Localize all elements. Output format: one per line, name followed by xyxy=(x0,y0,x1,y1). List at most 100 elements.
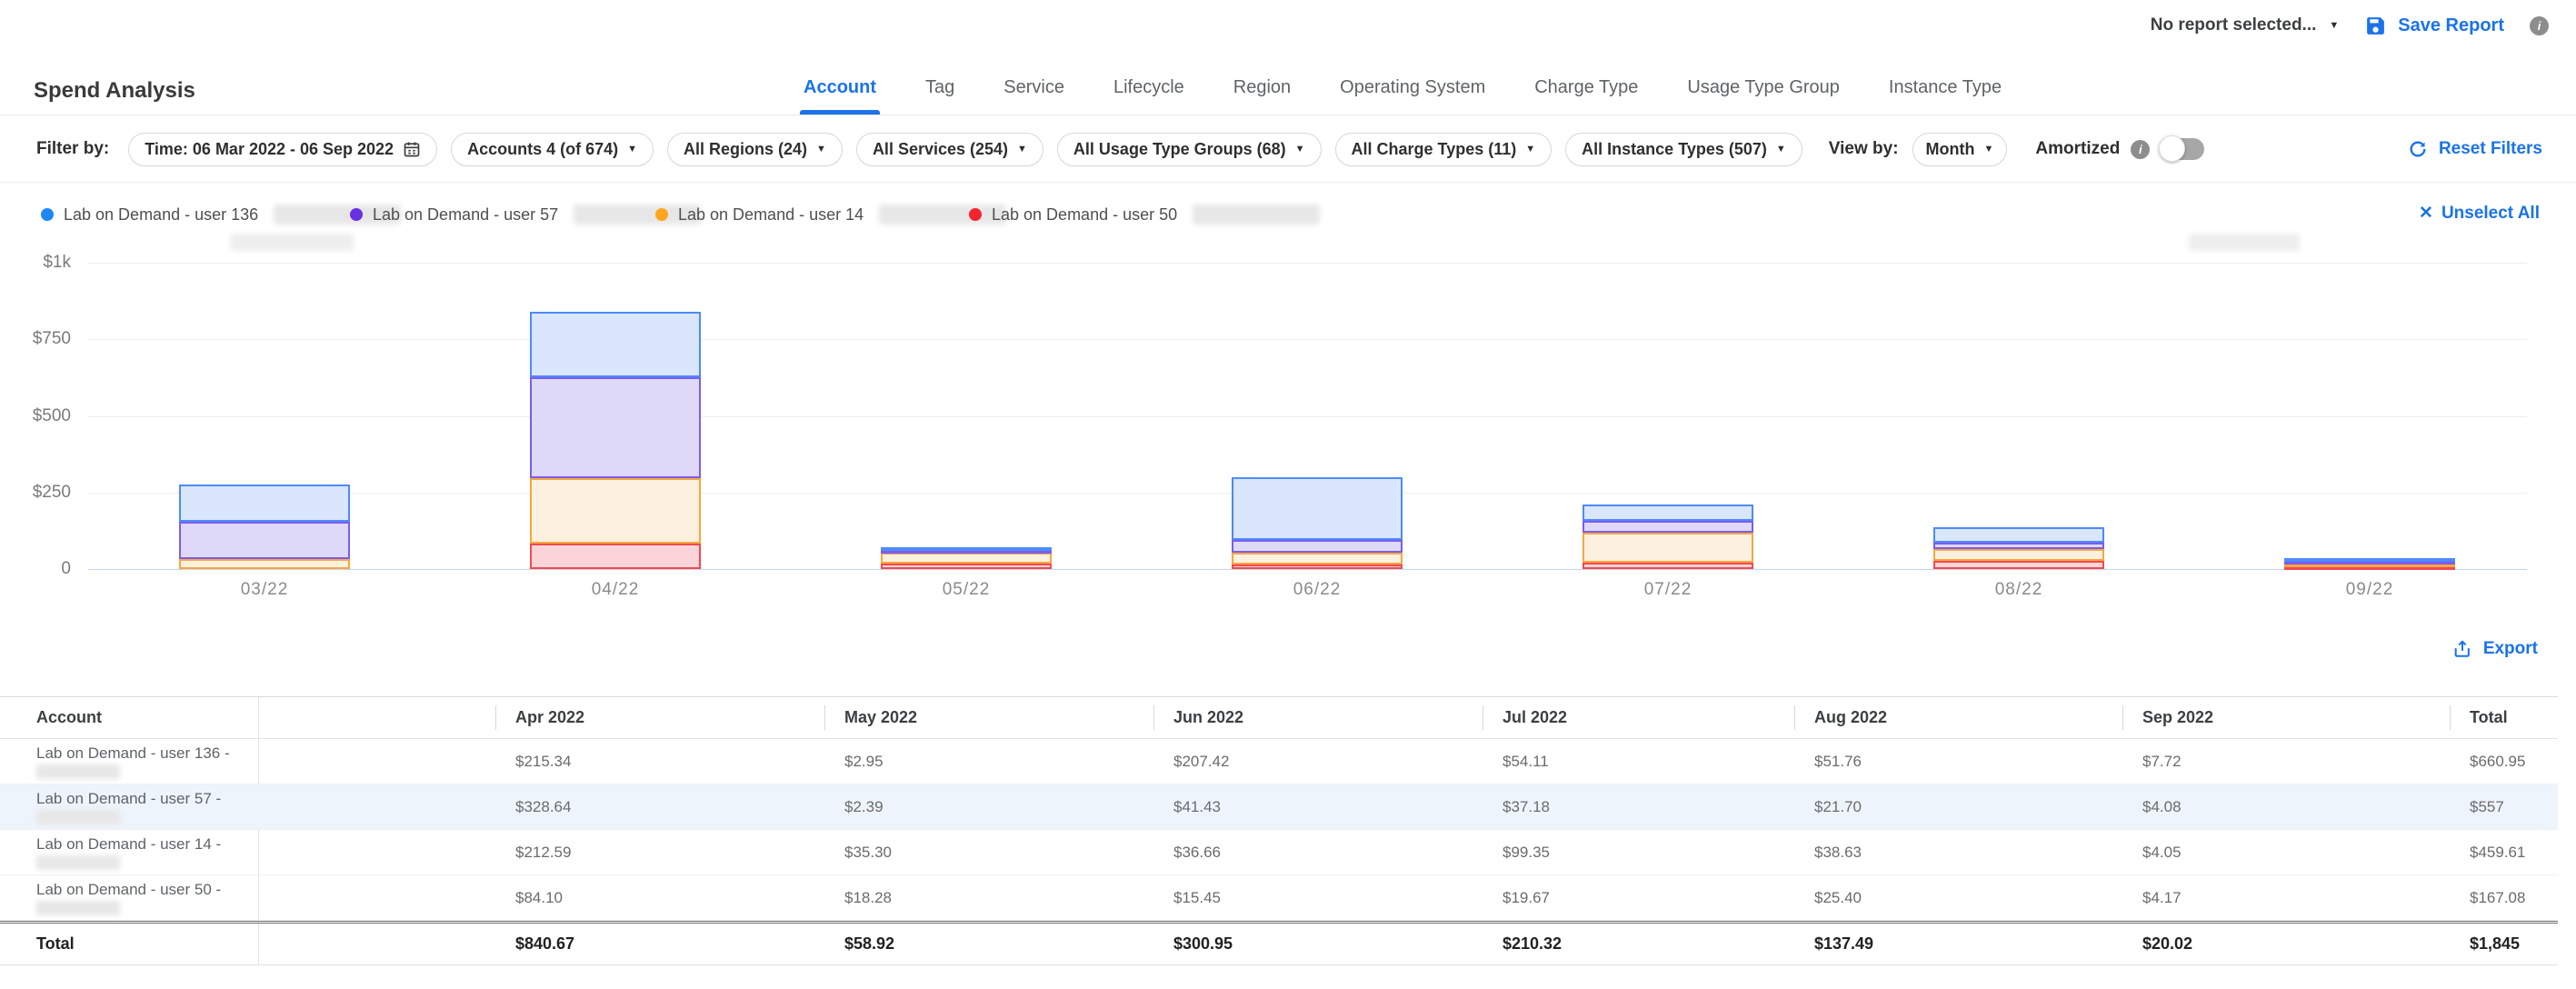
bar-segment-03-22-lab-on-demand-user-14[interactable] xyxy=(179,559,350,569)
header-apr-2022: Apr 2022 xyxy=(495,697,824,738)
header-tick xyxy=(2450,705,2451,730)
y-axis-tick-label: $750 xyxy=(0,329,71,349)
value-cell-may-2022: $2.95 xyxy=(824,739,1153,784)
header-sep-2022: Sep 2022 xyxy=(2122,697,2450,738)
value-cell-jul-2022: $54.11 xyxy=(1483,739,1794,784)
bar-segment-06-22-lab-on-demand-user-57[interactable] xyxy=(1232,540,1403,553)
bar-segment-09-22-lab-on-demand-user-136[interactable] xyxy=(2284,558,2455,562)
header-total: Total xyxy=(2450,697,2558,738)
bar-segment-05-22-lab-on-demand-user-14[interactable] xyxy=(881,553,1052,564)
bar-segment-04-22-lab-on-demand-user-50[interactable] xyxy=(530,544,701,569)
bar-segment-05-22-lab-on-demand-user-50[interactable] xyxy=(881,564,1052,569)
value-cell-jun-2022: $41.43 xyxy=(1153,784,1483,829)
spacer-cell xyxy=(258,784,495,829)
redacted-text xyxy=(36,901,120,915)
table-row-lab-on-demand-user-136: Lab on Demand - user 136 -$215.34$2.95$2… xyxy=(0,739,2558,784)
bar-segment-07-22-lab-on-demand-user-50[interactable] xyxy=(1583,563,1753,569)
redacted-text xyxy=(36,810,120,824)
value-cell-aug-2022: $25.40 xyxy=(1794,875,2122,920)
total-value-jul-2022: $210.32 xyxy=(1483,924,1794,964)
header-may-2022: May 2022 xyxy=(824,697,1153,738)
bar-segment-08-22-lab-on-demand-user-57[interactable] xyxy=(1933,543,2104,549)
bar-segment-07-22-lab-on-demand-user-136[interactable] xyxy=(1583,504,1753,521)
bar-segment-07-22-lab-on-demand-user-14[interactable] xyxy=(1583,533,1753,563)
value-cell-apr-2022: $212.59 xyxy=(495,830,824,874)
export-label: Export xyxy=(2483,639,2538,659)
spend-table: AccountApr 2022May 2022Jun 2022Jul 2022A… xyxy=(0,696,2558,965)
spacer-cell xyxy=(258,875,495,920)
header-jul-2022: Jul 2022 xyxy=(1483,697,1794,738)
total-label: Total xyxy=(0,924,258,964)
account-cell: Lab on Demand - user 136 - xyxy=(0,739,258,784)
x-axis-label-05-22: 05/22 xyxy=(903,580,1030,600)
y-axis-tick-label: 0 xyxy=(0,559,71,579)
bar-segment-03-22-lab-on-demand-user-57[interactable] xyxy=(179,522,350,559)
value-cell-may-2022: $2.39 xyxy=(824,784,1153,829)
bar-segment-06-22-lab-on-demand-user-136[interactable] xyxy=(1232,477,1403,541)
value-cell-jul-2022: $19.67 xyxy=(1483,875,1794,920)
bar-segment-04-22-lab-on-demand-user-136[interactable] xyxy=(530,312,701,378)
table-total-row: Total$840.67$58.92$300.95$210.32$137.49$… xyxy=(0,921,2558,964)
x-axis-label-07-22: 07/22 xyxy=(1604,580,1732,600)
total-value-may-2022: $58.92 xyxy=(824,924,1153,964)
account-name: Lab on Demand - user 136 - xyxy=(36,744,258,762)
header-spacer xyxy=(258,697,495,738)
value-cell-jun-2022: $15.45 xyxy=(1153,875,1483,920)
value-cell-sep-2022: $7.72 xyxy=(2122,739,2450,784)
bar-segment-08-22-lab-on-demand-user-14[interactable] xyxy=(1933,549,2104,561)
export-icon xyxy=(2452,639,2472,659)
value-cell-may-2022: $35.30 xyxy=(824,830,1153,874)
spacer-cell xyxy=(258,830,495,874)
bar-segment-08-22-lab-on-demand-user-50[interactable] xyxy=(1933,561,2104,569)
value-cell-jul-2022: $99.35 xyxy=(1483,830,1794,874)
bar-segment-03-22-lab-on-demand-user-136[interactable] xyxy=(179,485,350,522)
account-name: Lab on Demand - user 57 - xyxy=(36,790,258,807)
header-tick xyxy=(824,705,825,730)
table-row-lab-on-demand-user-14: Lab on Demand - user 14 - $212.59$35.30 $3… xyxy=(0,830,2558,875)
bar-segment-05-22-lab-on-demand-user-136[interactable] xyxy=(881,547,1052,551)
x-axis-label-09-22: 09/22 xyxy=(2306,580,2433,600)
redacted-text xyxy=(36,764,120,779)
header-tick xyxy=(1794,705,1795,730)
header-account: Account xyxy=(0,697,258,738)
account-name: Lab on Demand - user 50 - xyxy=(36,881,258,898)
table-row-lab-on-demand-user-57: Lab on Demand - user 57 - $328.64$2.39$41… xyxy=(0,784,2558,830)
value-cell-sep-2022: $4.08 xyxy=(2122,784,2450,829)
spacer-cell xyxy=(258,739,495,784)
x-axis-label-04-22: 04/22 xyxy=(552,580,679,600)
value-cell-may-2022: $18.28 xyxy=(824,875,1153,920)
value-cell-total: $660.95 xyxy=(2450,739,2558,784)
spend-analysis-page: No report selected... ▼ Save Report i Sp… xyxy=(0,0,2576,989)
export-button[interactable]: Export xyxy=(2452,639,2538,659)
bar-segment-08-22-lab-on-demand-user-136[interactable] xyxy=(1933,527,2104,543)
bar-segment-06-22-lab-on-demand-user-50[interactable] xyxy=(1232,564,1403,569)
bar-segment-06-22-lab-on-demand-user-14[interactable] xyxy=(1232,553,1403,564)
value-cell-aug-2022: $51.76 xyxy=(1794,739,2122,784)
account-name: Lab on Demand - user 14 - xyxy=(36,835,258,853)
gridline-1000 xyxy=(88,263,2527,264)
bar-segment-04-22-lab-on-demand-user-14[interactable] xyxy=(530,478,701,544)
header-jun-2022: Jun 2022 xyxy=(1153,697,1483,738)
value-cell-total: $167.08 xyxy=(2450,875,2558,920)
account-cell: Lab on Demand - user 14 - xyxy=(0,830,258,874)
x-axis-label-06-22: 06/22 xyxy=(1253,580,1381,600)
account-cell: Lab on Demand - user 57 - xyxy=(0,784,258,829)
bar-segment-07-22-lab-on-demand-user-57[interactable] xyxy=(1583,521,1753,533)
table-row-lab-on-demand-user-50: Lab on Demand - user 50 -$84.10$18.28$15… xyxy=(0,875,2558,921)
y-axis-tick-label: $1k xyxy=(0,253,71,273)
value-cell-total: $557 xyxy=(2450,784,2558,829)
x-axis-label-03-22: 03/22 xyxy=(201,580,328,600)
value-cell-apr-2022: $215.34 xyxy=(495,739,824,784)
total-value-total: $1,845 xyxy=(2450,924,2558,964)
total-value-aug-2022: $137.49 xyxy=(1794,924,2122,964)
header-tick xyxy=(1153,705,1154,730)
header-tick xyxy=(2122,705,2123,730)
value-cell-total: $459.61 xyxy=(2450,830,2558,874)
y-axis-tick-label: $500 xyxy=(0,406,71,426)
value-cell-aug-2022: $38.63 xyxy=(1794,830,2122,874)
bar-segment-04-22-lab-on-demand-user-57[interactable] xyxy=(530,377,701,478)
value-cell-sep-2022: $4.05 xyxy=(2122,830,2450,874)
value-cell-apr-2022: $328.64 xyxy=(495,784,824,829)
gridline-500 xyxy=(88,416,2527,417)
table-body: Lab on Demand - user 136 -$215.34$2.95$2… xyxy=(0,739,2558,921)
